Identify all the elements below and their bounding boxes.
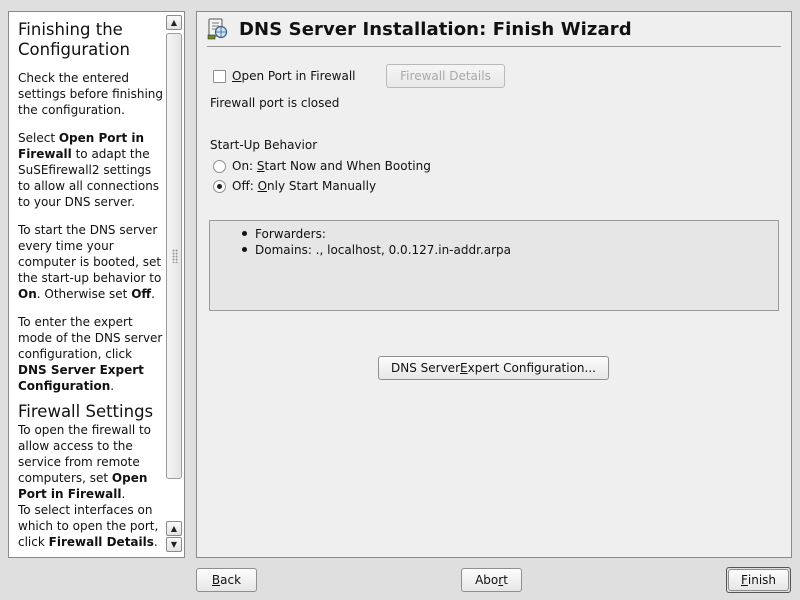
radio-on-row[interactable]: On: Start Now and When Booting <box>213 159 431 173</box>
dns-expert-config-button[interactable]: DNS Server Expert Configuration... <box>378 356 609 380</box>
radio-on-label[interactable]: On: Start Now and When Booting <box>232 159 431 173</box>
help-heading-firewall: Firewall Settings <box>18 402 154 421</box>
summary-item-forwarders: Forwarders: <box>242 226 511 242</box>
open-port-checkbox-row[interactable]: Open Port in Firewall <box>213 69 355 83</box>
radio-off[interactable] <box>213 179 226 193</box>
back-button[interactable]: Back <box>196 568 257 592</box>
grip-icon <box>172 249 178 263</box>
main-panel: DNS Server Installation: Finish Wizard O… <box>196 11 792 558</box>
summary-list: Forwarders: Domains: ., localhost, 0.0.1… <box>242 226 511 258</box>
scrollbar-thumb[interactable] <box>166 33 182 479</box>
abort-button[interactable]: Abo r t <box>461 568 522 592</box>
open-port-label[interactable]: Open Port in Firewall <box>232 69 355 83</box>
radio-off-row[interactable]: Off: Only Start Manually <box>213 179 376 193</box>
help-text: Finishing the Configuration Check the en… <box>18 20 164 550</box>
radio-off-label[interactable]: Off: Only Start Manually <box>232 179 376 193</box>
help-paragraph: To select interfaces on which to open th… <box>18 503 159 549</box>
yast-dns-server-icon <box>207 18 229 40</box>
help-paragraph: Select Open Port in Firewall to adapt th… <box>18 131 160 209</box>
finish-button-focus-frame: Finish <box>726 567 791 593</box>
page-title: DNS Server Installation: Finish Wizard <box>239 18 632 40</box>
finish-button[interactable]: Finish <box>728 569 789 591</box>
arrow-down-icon[interactable]: ▼ <box>166 537 182 552</box>
help-scrollbar[interactable]: ▲ ▲ ▼ <box>166 15 183 554</box>
help-paragraph: To open the firewall to allow access to … <box>18 423 152 501</box>
firewall-details-button[interactable]: Firewall Details <box>386 64 505 88</box>
help-paragraph: To enter the expert mode of the DNS serv… <box>18 315 163 393</box>
summary-item-domains: Domains: ., localhost, 0.0.127.in-addr.a… <box>242 242 511 258</box>
firewall-status-text: Firewall port is closed <box>210 96 340 110</box>
arrow-up-icon[interactable]: ▲ <box>166 15 182 30</box>
help-paragraph: Check the entered settings before finish… <box>18 71 164 117</box>
help-panel: Finishing the Configuration Check the en… <box>8 11 185 558</box>
arrow-up-icon[interactable]: ▲ <box>166 521 182 536</box>
summary-box: Forwarders: Domains: ., localhost, 0.0.1… <box>209 220 779 311</box>
radio-on[interactable] <box>213 159 226 173</box>
title-row: DNS Server Installation: Finish Wizard <box>207 16 632 42</box>
help-paragraph: To start the DNS server every time your … <box>18 223 162 301</box>
open-port-checkbox[interactable] <box>213 69 226 83</box>
help-heading: Finishing the Configuration <box>18 20 130 59</box>
startup-behavior-label: Start-Up Behavior <box>210 138 318 152</box>
title-divider <box>207 46 781 47</box>
